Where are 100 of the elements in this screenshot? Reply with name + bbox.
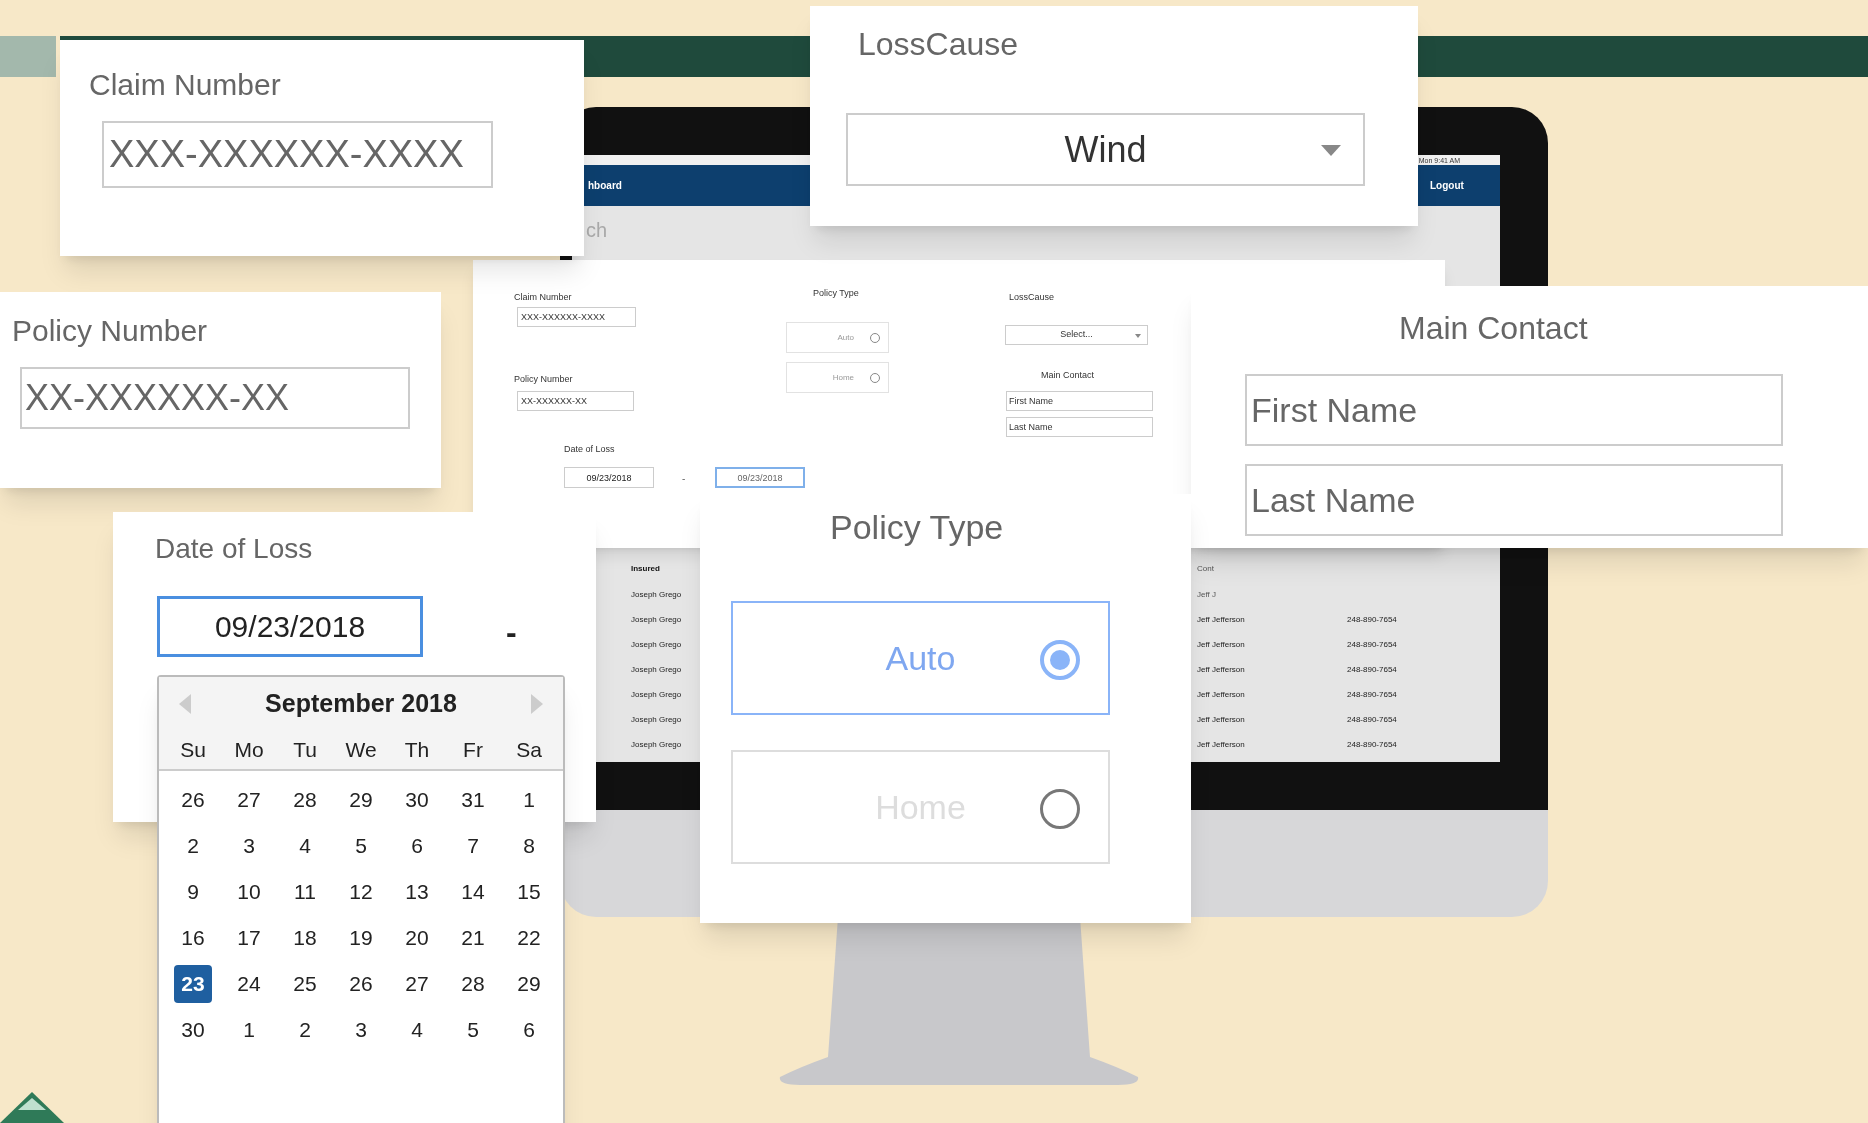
calendar-day[interactable]: 2 <box>286 1011 324 1049</box>
table-cell: 248-890-7654 <box>1347 739 1397 751</box>
table-cell: Joseph Grego <box>631 714 682 726</box>
main-contact-label: Main Contact <box>1399 309 1588 348</box>
calendar-day[interactable]: 4 <box>398 1011 436 1049</box>
weekday-label: Sa <box>515 737 543 764</box>
table-cell: Jeff Jefferson <box>1197 664 1245 676</box>
date-from-input[interactable]: 09/23/2018 <box>564 467 654 488</box>
table-cell: Jeff J <box>1197 589 1216 601</box>
calendar-day[interactable]: 26 <box>342 965 380 1003</box>
table-cell: Joseph Grego <box>631 739 682 751</box>
calendar-day[interactable]: 3 <box>230 827 268 865</box>
table-cell: 248-890-7654 <box>1347 614 1397 626</box>
name-input[interactable]: Last Name <box>1006 417 1153 437</box>
weekday-label: Fr <box>462 737 484 764</box>
calendar-day[interactable]: 10 <box>230 873 268 911</box>
calendar-day[interactable]: 1 <box>230 1011 268 1049</box>
policy-number-label: Policy Number <box>12 313 208 349</box>
calendar-day[interactable]: 17 <box>230 919 268 957</box>
calendar-day[interactable]: 4 <box>286 827 324 865</box>
date-of-loss-input[interactable]: 09/23/2018 <box>157 596 423 657</box>
calendar-day[interactable]: 21 <box>454 919 492 957</box>
name-input[interactable]: Last Name <box>1245 464 1783 536</box>
logo-icon <box>0 1090 64 1123</box>
weekday-label: Su <box>179 737 207 764</box>
calendar-day[interactable]: 15 <box>510 873 548 911</box>
calendar-day[interactable]: 8 <box>510 827 548 865</box>
radio-button[interactable] <box>1040 789 1080 829</box>
calendar-day[interactable]: 14 <box>454 873 492 911</box>
table-cell: Jeff Jefferson <box>1197 639 1245 651</box>
table-cell: Jeff Jefferson <box>1197 739 1245 751</box>
table-cell: 248-890-7654 <box>1347 639 1397 651</box>
table-cell: 248-890-7654 <box>1347 714 1397 726</box>
calendar-day[interactable]: 5 <box>342 827 380 865</box>
calendar-day[interactable]: 13 <box>398 873 436 911</box>
calendar-day[interactable]: 27 <box>398 965 436 1003</box>
calendar-day[interactable]: 18 <box>286 919 324 957</box>
calendar-day[interactable]: 29 <box>342 781 380 819</box>
table-cell: Joseph Grego <box>631 664 682 676</box>
calendar-day[interactable]: 7 <box>454 827 492 865</box>
loss-cause-select[interactable]: Select... <box>1005 325 1148 345</box>
table-cell: Joseph Grego <box>631 614 682 626</box>
calendar-day[interactable]: 2 <box>174 827 212 865</box>
column-header: Cont <box>1197 563 1214 575</box>
calendar-day[interactable]: 1 <box>510 781 548 819</box>
name-input[interactable]: First Name <box>1245 374 1783 446</box>
claim-number-label: Claim Number <box>89 67 281 103</box>
table-cell: Jeff Jefferson <box>1197 689 1245 701</box>
logout-link[interactable]: Logout <box>1430 178 1464 193</box>
date-of-loss-label: Date of Loss <box>155 532 313 566</box>
date-separator: - <box>682 472 686 486</box>
table-cell: Joseph Grego <box>631 689 682 701</box>
weekday-label: Th <box>403 737 431 764</box>
calendar-day[interactable]: 12 <box>342 873 380 911</box>
claim-number-input[interactable]: XXX-XXXXXX-XXXX <box>517 307 636 327</box>
calendar-day[interactable]: 31 <box>454 781 492 819</box>
calendar-day[interactable]: 5 <box>454 1011 492 1049</box>
column-header: Insured <box>631 563 660 575</box>
dropdown-caret-icon <box>1135 334 1141 338</box>
weekday-label: We <box>344 737 378 764</box>
radio-button[interactable] <box>1040 640 1080 680</box>
calendar-day[interactable]: 22 <box>510 919 548 957</box>
date-of-loss-label: Date of Loss <box>564 443 615 456</box>
calendar-day[interactable]: 25 <box>286 965 324 1003</box>
calendar-day[interactable]: 11 <box>286 873 324 911</box>
date-separator: - <box>506 613 517 652</box>
claim-number-input[interactable]: XXX-XXXXXX-XXXX <box>102 121 493 188</box>
calendar-day[interactable]: 29 <box>510 965 548 1003</box>
table-cell: Jeff Jefferson <box>1197 614 1245 626</box>
calendar-day[interactable]: 24 <box>230 965 268 1003</box>
calendar-day[interactable]: 26 <box>174 781 212 819</box>
calendar-day[interactable]: 19 <box>342 919 380 957</box>
calendar-day[interactable]: 6 <box>510 1011 548 1049</box>
table-cell: 248-890-7654 <box>1347 664 1397 676</box>
calendar-day[interactable]: 28 <box>454 965 492 1003</box>
loss-cause-label: LossCause <box>1009 291 1055 304</box>
calendar-day[interactable]: 23 <box>174 965 212 1003</box>
policy-number-input[interactable]: XX-XXXXXX-XX <box>20 367 410 429</box>
policy-type-label: Policy Type <box>830 507 1004 548</box>
page-heading: ch <box>586 218 608 243</box>
policy-type-label: Policy Type <box>813 287 859 300</box>
calendar-day[interactable]: 28 <box>286 781 324 819</box>
loss-cause-label: LossCause <box>858 25 1019 64</box>
policy-number-input[interactable]: XX-XXXXXX-XX <box>517 391 634 411</box>
date-to-input[interactable]: 09/23/2018 <box>715 467 805 488</box>
claim-number-label: Claim Number <box>514 291 572 304</box>
calendar-day[interactable]: 3 <box>342 1011 380 1049</box>
calendar-month: September 2018 <box>265 688 457 720</box>
calendar-day[interactable]: 27 <box>230 781 268 819</box>
calendar-day[interactable]: 6 <box>398 827 436 865</box>
calendar-day[interactable]: 30 <box>398 781 436 819</box>
calendar-day[interactable]: 16 <box>174 919 212 957</box>
table-cell: Joseph Grego <box>631 639 682 651</box>
calendar-day[interactable]: 30 <box>174 1011 212 1049</box>
loss-cause-select[interactable]: Wind <box>846 113 1365 186</box>
calendar-day[interactable]: 20 <box>398 919 436 957</box>
table-cell: Jeff Jefferson <box>1197 714 1245 726</box>
name-input[interactable]: First Name <box>1006 391 1153 411</box>
calendar-day[interactable]: 9 <box>174 873 212 911</box>
weekday-label: Mo <box>233 737 265 764</box>
